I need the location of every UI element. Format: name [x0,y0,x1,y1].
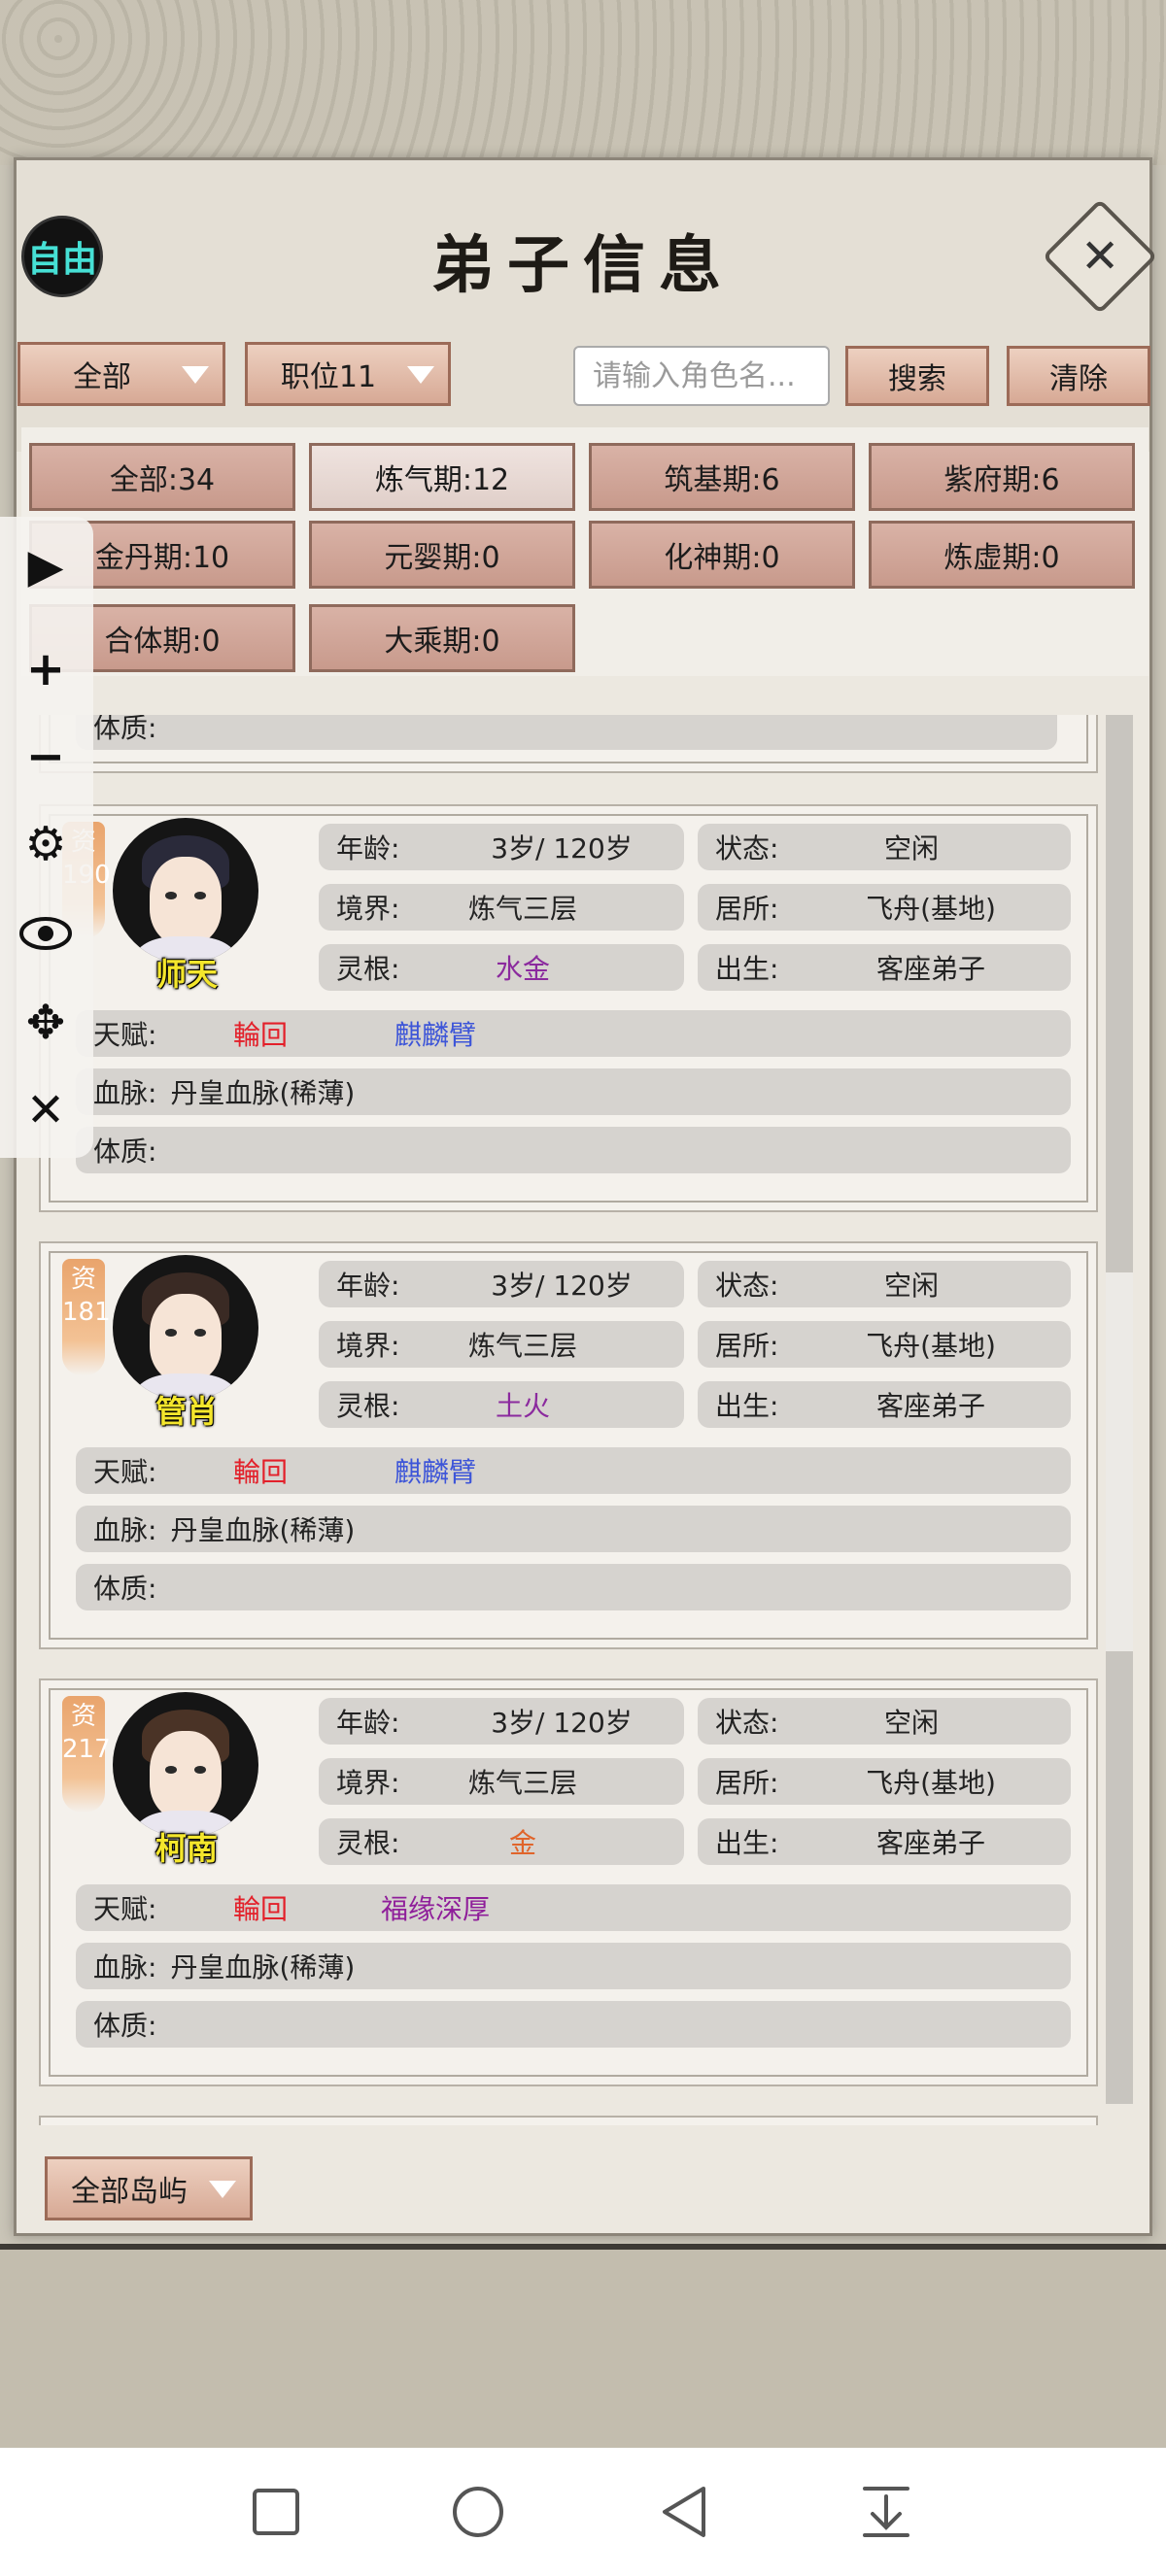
plus-icon[interactable]: + [14,637,78,701]
avatar[interactable] [113,1692,258,1838]
realm-filter-dacheng[interactable]: 大乘期:0 [309,604,575,672]
talent-field: 天赋: 輪回 麒麟臂 [76,1010,1071,1057]
physique-field: 体质: [76,2001,1071,2048]
aptitude-badge: 资 181 [62,1259,111,1375]
talent-field: 天赋: 輪回 麒麟臂 [76,1447,1071,1494]
home-icon[interactable] [443,2477,513,2547]
realm-filter-huashen[interactable]: 化神期:0 [589,521,855,589]
notification-pull-icon[interactable] [851,2477,921,2547]
avatar[interactable] [113,818,258,964]
residence-field: 居所: 飞舟(基地) [698,1321,1071,1368]
realm-field: 境界: 炼气三层 [319,1758,684,1805]
realm-filter-lianqi[interactable]: 炼气期:12 [309,443,575,511]
system-nav-bar [0,2448,1166,2576]
disciple-name: 管肖 [154,1393,218,1430]
floating-toolbar: ▶ + − ⚙ ✥ ✕ [0,517,93,1158]
gear-icon[interactable]: ⚙ [14,812,78,876]
category-dropdown[interactable]: 全部 [17,342,225,406]
origin-field: 出生: 客座弟子 [698,944,1071,991]
residence-field: 居所: 飞舟(基地) [698,1758,1071,1805]
disciple-card[interactable]: 资 190 师天 年龄: 3岁/ 120岁 状态: 空闲 境界: 炼气三层 居所… [39,804,1098,1212]
disciple-list[interactable]: 体质: 资 190 师天 年龄: 3岁/ 120岁 状态: 空闲 境界: 炼气三… [39,715,1115,2125]
move-icon[interactable]: ✥ [14,991,78,1055]
minus-icon[interactable]: − [14,725,78,789]
talent-field: 天赋: 輪回 福缘深厚 [76,1884,1071,1931]
realm-filter-yuanying[interactable]: 元婴期:0 [309,521,575,589]
spirit-root-field: 灵根: 水金 [319,944,684,991]
realm-filter-zhuji[interactable]: 筑基期:6 [589,443,855,511]
age-field: 年龄: 3岁/ 120岁 [319,1698,684,1745]
spirit-root-field: 灵根: 土火 [319,1381,684,1428]
disciple-name: 师天 [154,956,218,993]
close-icon[interactable]: ✕ [14,1078,78,1142]
search-button[interactable]: 搜索 [845,346,989,406]
avatar[interactable] [113,1255,258,1401]
bloodline-field: 血脉: 丹皇血脉(稀薄) [76,1506,1071,1552]
age-field: 年龄: 3岁/ 120岁 [319,1261,684,1307]
spirit-root-field: 灵根: 金 [319,1818,684,1865]
chevron-down-icon [407,366,434,384]
status-field: 状态: 空闲 [698,824,1071,870]
realm-filter-lianxu[interactable]: 炼虚期:0 [869,521,1135,589]
recent-apps-icon[interactable] [241,2477,311,2547]
disciple-name: 柯南 [154,1830,218,1867]
bloodline-field: 血脉: 丹皇血脉(稀薄) [76,1943,1071,1989]
origin-field: 出生: 客座弟子 [698,1818,1071,1865]
status-field: 状态: 空闲 [698,1261,1071,1307]
disciple-card[interactable]: 资 181 管肖 年龄: 3岁/ 120岁 状态: 空闲 境界: 炼气三层 居所… [39,1241,1098,1649]
back-icon[interactable] [649,2477,719,2547]
panel-header-area [17,160,1149,452]
scrollbar-segment[interactable] [1106,1651,1133,2104]
residence-field: 居所: 飞舟(基地) [698,884,1071,931]
island-dropdown[interactable]: 全部岛屿 [45,2156,253,2220]
position-dropdown-label: 职位11 [280,360,377,394]
bloodline-field: 血脉: 丹皇血脉(稀薄) [76,1068,1071,1115]
island-dropdown-label: 全部岛屿 [71,2175,188,2209]
disciple-card-partial[interactable] [39,2116,1098,2125]
realm-field: 境界: 炼气三层 [319,1321,684,1368]
eye-icon[interactable] [14,901,78,966]
top-decoration [0,0,1166,165]
status-field: 状态: 空闲 [698,1698,1071,1745]
disciple-card[interactable]: 资 217 柯南 年龄: 3岁/ 120岁 状态: 空闲 境界: 炼气三层 居所… [39,1678,1098,2086]
physique-field: 体质: [76,715,1057,750]
age-field: 年龄: 3岁/ 120岁 [319,824,684,870]
physique-field: 体质: [76,1564,1071,1610]
search-input[interactable] [573,346,830,406]
scrollbar-segment[interactable] [1106,715,1133,1272]
origin-field: 出生: 客座弟子 [698,1381,1071,1428]
chevron-down-icon [182,366,209,384]
realm-filter-zifu[interactable]: 紫府期:6 [869,443,1135,511]
physique-field: 体质: [76,1127,1071,1173]
category-dropdown-label: 全部 [73,360,131,394]
bottom-decoration [0,2244,1166,2448]
position-dropdown[interactable]: 职位11 [245,342,451,406]
page-title: 弟子信息 [431,229,735,302]
realm-field: 境界: 炼气三层 [319,884,684,931]
play-icon[interactable]: ▶ [14,534,78,598]
aptitude-badge: 资 217 [62,1696,111,1813]
disciple-card-partial[interactable]: 体质: [39,715,1098,773]
chevron-down-icon [209,2181,236,2198]
clear-button[interactable]: 清除 [1007,346,1150,406]
close-icon: ✕ [1080,229,1120,284]
realm-filter-all[interactable]: 全部:34 [29,443,295,511]
